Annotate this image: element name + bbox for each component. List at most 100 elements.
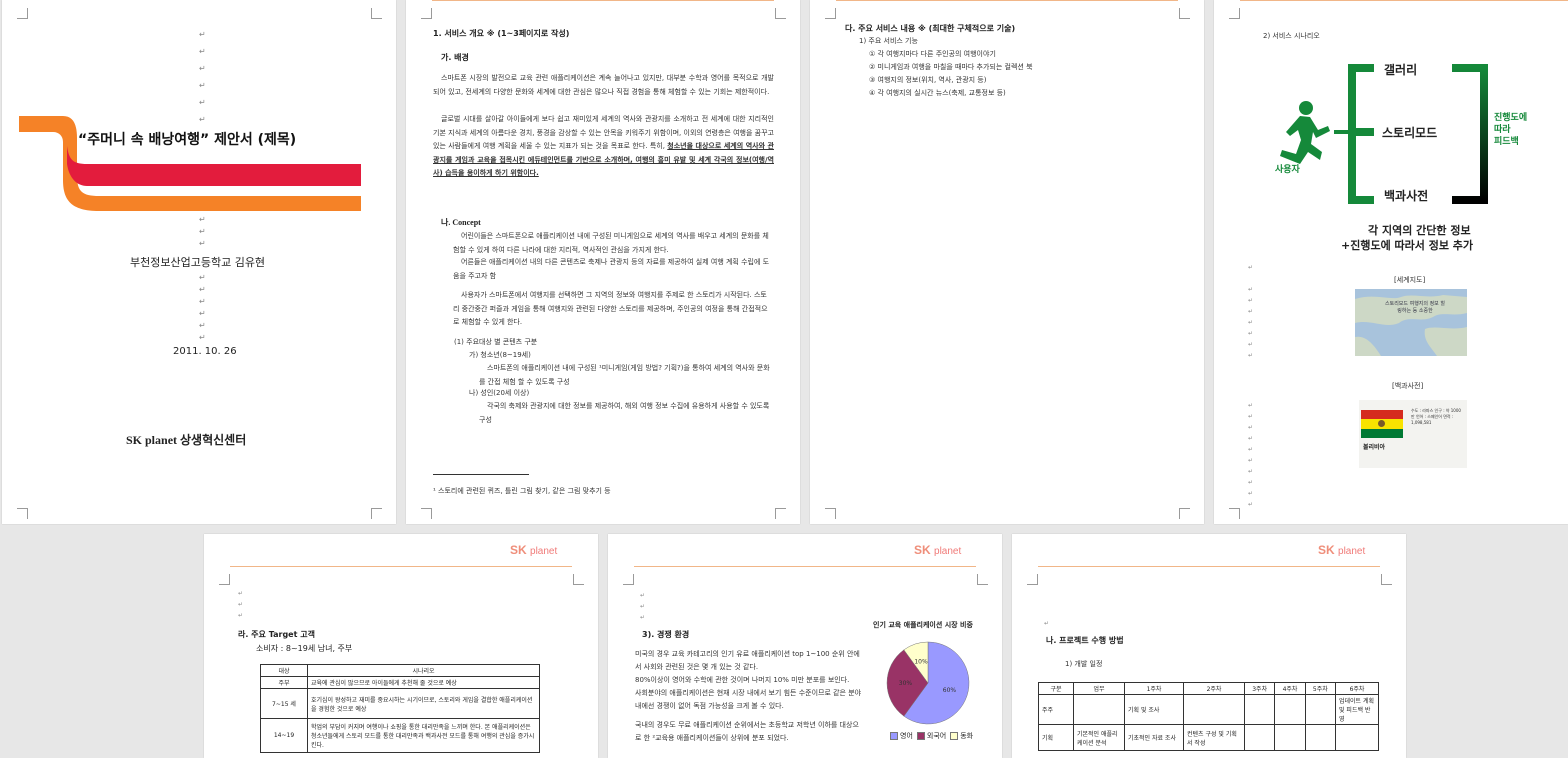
crop-mark [421, 508, 432, 519]
crop-mark [977, 574, 988, 585]
section-heading: 라. 주요 Target 고객 [238, 630, 315, 639]
crop-mark [825, 508, 836, 519]
table-cell: 컨텐츠 구성 및 기획서 작성 [1183, 724, 1245, 751]
table-cell [1243, 724, 1276, 751]
running-person-icon [1280, 101, 1330, 164]
crop-mark [17, 8, 28, 19]
paragraph-marks: ↵ ↵ ↵ [238, 590, 244, 619]
table-cell: 7~15 세 [260, 688, 308, 719]
table-cell [1243, 694, 1276, 725]
crop-mark [371, 8, 382, 19]
legend-item: 동화 [950, 731, 973, 741]
header-rule [634, 566, 976, 567]
table-row: 14~19 학업의 부담이 커지며 여행이나 쇼핑을 통한 대리만족을 느끼며 … [260, 718, 540, 753]
crop-mark [573, 574, 584, 585]
table-cell: 업데이트 계획 및 피드백 반영 [1335, 694, 1379, 725]
page-7: SK planet ↵ 나. 프로젝트 수행 방법 1) 개발 일정 구분 업무… [1012, 534, 1406, 758]
table-cell: 6주차 [1335, 682, 1379, 695]
table-cell: 교육에 관심이 많으므로 아이들에게 추천해 줄 것으로 예상 [307, 676, 540, 689]
legend-swatch [916, 732, 925, 740]
table-cell: 3주차 [1243, 682, 1276, 695]
logo-planet-text: planet [530, 546, 558, 557]
sk-planet-logo: SK planet [914, 543, 961, 557]
table-row: 주주 기획 및 조사 업데이트 계획 및 피드백 반영 [1038, 694, 1379, 725]
bolivia-flag-icon [1361, 410, 1403, 438]
encyclopedia-note: 수도 : 라파스 인구 : 약 1000만 언어 : 스페인어 면적 : 1,0… [1411, 408, 1461, 425]
schedule-table: 구분 업무 1주차 2주차 3주차 4주차 5주차 6주차 주주 기획 및 조사… [1038, 682, 1379, 751]
legend-swatch [890, 732, 898, 740]
scenario-caption-2: +진행도에 따라서 정보 추가 [1341, 239, 1474, 252]
legend-item: 외국어 [916, 731, 946, 741]
document-date: 2011. 10. 26 [173, 346, 237, 357]
table-cell [1274, 724, 1306, 751]
competition-paragraph: 미국의 경우 교육 카테고리의 인기 유료 애플리케이션 top 1~100 순… [635, 650, 860, 671]
subsection-heading: 가. 배경 [441, 53, 469, 62]
header-rule [432, 0, 774, 1]
gallery-label: 갤러리 [1384, 63, 1418, 77]
target-title: (1) 주요대상 별 콘텐츠 구분 [454, 338, 538, 346]
world-map-label: [세계지도] [1394, 276, 1426, 284]
page-2: 1. 서비스 개요 ※ (1~3페이지로 작성) 가. 배경 스마트폰 시장의 … [406, 0, 800, 524]
author-school: 부천정보산업고등학교 김유현 [130, 256, 266, 269]
organization-name: SK planet 상생혁신센터 [126, 433, 247, 447]
crop-mark [421, 8, 432, 19]
pie-data-label: 30% [899, 680, 913, 687]
crop-mark [775, 8, 786, 19]
chart-legend: 영어 외국어 동화 [890, 731, 973, 741]
crop-mark [371, 508, 382, 519]
sk-planet-logo: SK planet [510, 543, 557, 557]
section-heading: 나. 프로젝트 수행 방법 [1046, 636, 1124, 645]
crop-mark [1027, 574, 1038, 585]
service-item: ① 각 여행지마다 다른 주인공의 여행이야기 [869, 50, 996, 58]
target-table: 대상 시나리오 주부 교육에 관심이 많으므로 아이들에게 추천해 줄 것으로 … [260, 664, 540, 753]
background-paragraph-1: 스마트폰 시장의 발전으로 교육 관련 애플리케이션은 계속 늘어나고 있지만,… [433, 74, 774, 96]
encyclopedia-label: 백과사전 [1384, 189, 1429, 203]
paragraph-marks: ↵ ↵ ↵ ↵ ↵ ↵ [199, 30, 206, 124]
footnote: ¹ 스토리에 관련된 퀴즈, 틀린 그림 찾기, 같은 그림 맞추기 등 [433, 487, 611, 495]
legend-label: 동화 [960, 732, 974, 740]
consumer-line: 소비자 : 8~19세 남녀, 주부 [256, 644, 353, 653]
chart-title: 인기 교육 애플리케이션 시장 비중 [873, 620, 973, 629]
world-map-image: 스토리모드 여행지의 정보 힐링하는 등 소중한 [1355, 289, 1467, 356]
table-cell [1073, 694, 1125, 725]
footnote-separator [433, 474, 529, 475]
paragraph-mark: ↵ [1044, 620, 1050, 627]
table-cell: 기획 [1038, 724, 1074, 751]
table-cell [1304, 724, 1337, 751]
concept-paragraph-3: 사용자가 스마트폰에서 여행지를 선택하면 그 지역의 정보와 여행지를 주제로… [453, 291, 768, 326]
table-cell: 주부 [260, 676, 308, 689]
header-rule [1240, 0, 1568, 1]
crop-mark [623, 574, 634, 585]
logo-planet-text: planet [934, 546, 962, 557]
table-cell [1183, 694, 1245, 725]
table-row: 7~15 세 호기심이 왕성하고 재미를 중요시하는 시기이므로, 스토리와 게… [260, 688, 540, 719]
page-6: SK planet ↵ ↵ ↵ 3). 경쟁 환경 미국의 경우 교육 카테고리의 … [608, 534, 1002, 758]
legend-label: 영어 [900, 732, 913, 740]
table-cell: 기초적인 자료 조사 [1124, 724, 1184, 751]
page-4: 2) 서비스 시나리오 갤러리 스토리모드 백과사전 사용자 진행도에 따라 피… [1214, 0, 1568, 524]
logo-sk-text: SK [914, 543, 931, 557]
header-rule [1038, 566, 1380, 567]
table-header: 시나리오 [307, 664, 540, 677]
crop-mark [219, 574, 230, 585]
paragraph-marks: ↵ ↵ ↵ ↵ ↵ ↵ [199, 273, 206, 342]
table-header-row: 구분 업무 1주차 2주차 3주차 4주차 5주차 6주차 [1038, 682, 1379, 695]
scenario-heading: 2) 서비스 시나리오 [1263, 32, 1320, 40]
document-title: “주머니 속 배낭여행” 제안서 (제목) [78, 132, 297, 148]
table-header: 대상 [260, 664, 308, 677]
table-cell: 호기심이 왕성하고 재미를 중요시하는 시기이므로, 스토리와 게임을 결합한 … [307, 688, 540, 719]
crop-mark [1179, 8, 1190, 19]
service-item: ③ 여행지의 정보(위치, 역사, 관광지 등) [869, 76, 987, 84]
concept-paragraph-2: 어른들은 애플리케이션 내의 다른 콘텐츠로 축제나 관광지 등의 자료를 제공… [453, 258, 770, 280]
table-cell: 14~19 [260, 718, 308, 753]
table-cell [1274, 694, 1306, 725]
table-row: 주부 교육에 관심이 많으므로 아이들에게 추천해 줄 것으로 예상 [260, 676, 540, 689]
crop-mark [1179, 508, 1190, 519]
section-heading: 1. 서비스 개요 ※ (1~3페이지로 작성) [433, 29, 570, 38]
table-header-row: 대상 시나리오 [260, 664, 540, 677]
table-cell [1304, 694, 1337, 725]
paragraph-marks: ↵ ↵ ↵ [640, 592, 646, 621]
section-heading: 3). 경쟁 환경 [642, 630, 690, 639]
table-cell [1335, 724, 1379, 751]
page-1: ↵ ↵ ↵ ↵ ↵ ↵ “주머니 속 배낭여행” 제안서 (제목) ↵ ↵ ↵ 부천정보산업고… [2, 0, 396, 524]
